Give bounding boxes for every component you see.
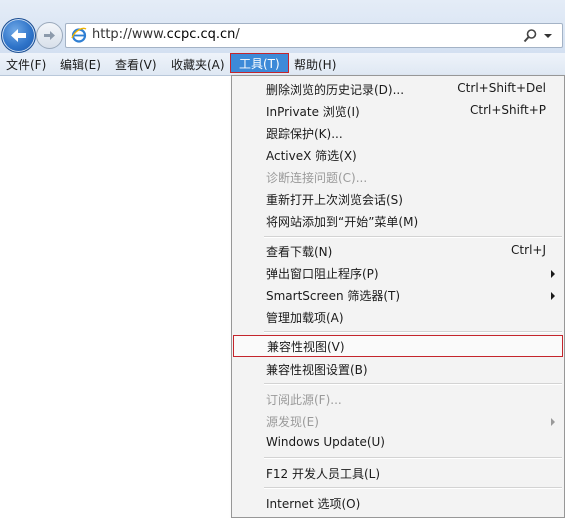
menu-tools[interactable]: 工具(T) <box>230 53 289 73</box>
url-suffix: / <box>235 27 240 42</box>
menu-item-label: InPrivate 浏览(I) <box>266 105 360 119</box>
menu-item-label: 订阅此源(F)... <box>266 393 342 407</box>
menu-help[interactable]: 帮助(H) <box>294 56 336 73</box>
menu-item-label: 兼容性视图(V) <box>267 340 345 354</box>
url-domain: ccpc.cq.cn <box>166 27 236 42</box>
menu-file[interactable]: 文件(F) <box>6 56 46 73</box>
back-arrow-icon <box>11 29 26 42</box>
search-icon[interactable] <box>522 28 538 44</box>
menu-favorites[interactable]: 收藏夹(A) <box>171 56 225 73</box>
menu-item-view-downloads[interactable]: 查看下载(N) Ctrl+J <box>232 240 564 262</box>
submenu-arrow-icon <box>551 270 555 278</box>
menu-item-label: 将网站添加到“开始”菜单(M) <box>266 215 419 229</box>
submenu-arrow-icon <box>551 292 555 300</box>
menu-item-label: 查看下载(N) <box>266 245 333 259</box>
ie-page-icon <box>71 27 87 43</box>
forward-button[interactable] <box>36 22 63 49</box>
menu-item-inprivate[interactable]: InPrivate 浏览(I) Ctrl+Shift+P <box>232 100 564 122</box>
menu-item-shortcut: Ctrl+J <box>511 243 546 257</box>
menu-item-popup-blocker[interactable]: 弹出窗口阻止程序(P) <box>232 262 564 284</box>
menu-item-label: 管理加载项(A) <box>266 311 344 325</box>
menu-item-label: ActiveX 筛选(X) <box>266 149 357 163</box>
menu-separator <box>264 383 562 385</box>
url-text[interactable]: http://www.ccpc.cq.cn/ <box>92 27 240 42</box>
menu-item-feed-discovery: 源发现(E) <box>232 410 564 432</box>
menu-item-internet-options[interactable]: Internet 选项(O) <box>232 492 564 514</box>
menu-item-label: SmartScreen 筛选器(T) <box>266 289 401 303</box>
menu-edit[interactable]: 编辑(E) <box>60 56 101 73</box>
chevron-down-icon[interactable] <box>543 28 553 44</box>
menu-item-label: Internet 选项(O) <box>266 497 361 511</box>
menu-item-label: 源发现(E) <box>266 415 319 429</box>
menu-item-label: 跟踪保护(K)... <box>266 127 343 141</box>
forward-arrow-icon <box>44 31 55 40</box>
menu-separator <box>264 457 562 459</box>
back-button[interactable] <box>1 18 36 53</box>
tools-dropdown-menu: 删除浏览的历史记录(D)... Ctrl+Shift+Del InPrivate… <box>231 75 565 518</box>
menu-item-subscribe-feed: 订阅此源(F)... <box>232 388 564 410</box>
menu-item-label: 兼容性视图设置(B) <box>266 363 368 377</box>
menu-bar: 文件(F) 编辑(E) 查看(V) 收藏夹(A) 工具(T) 帮助(H) <box>0 53 565 76</box>
menu-item-manage-addons[interactable]: 管理加载项(A) <box>232 306 564 328</box>
menu-item-windows-update[interactable]: Windows Update(U) <box>232 432 564 454</box>
menu-item-shortcut: Ctrl+Shift+Del <box>457 81 546 95</box>
menu-separator <box>264 236 562 238</box>
menu-separator <box>264 331 562 333</box>
menu-item-diagnose: 诊断连接问题(C)... <box>232 166 564 188</box>
menu-item-label: Windows Update(U) <box>266 435 385 449</box>
address-bar[interactable]: http://www.ccpc.cq.cn/ <box>65 23 563 48</box>
menu-item-reopen-session[interactable]: 重新打开上次浏览会话(S) <box>232 188 564 210</box>
navigation-bar: http://www.ccpc.cq.cn/ <box>0 0 565 53</box>
menu-item-shortcut: Ctrl+Shift+P <box>470 103 546 117</box>
menu-item-compatibility-view[interactable]: 兼容性视图(V) <box>233 335 563 357</box>
menu-item-f12-developer-tools[interactable]: F12 开发人员工具(L) <box>232 462 564 484</box>
menu-item-smartscreen[interactable]: SmartScreen 筛选器(T) <box>232 284 564 306</box>
menu-item-activex-filter[interactable]: ActiveX 筛选(X) <box>232 144 564 166</box>
menu-item-tracking-protection[interactable]: 跟踪保护(K)... <box>232 122 564 144</box>
submenu-arrow-icon <box>551 418 555 426</box>
menu-item-label: 诊断连接问题(C)... <box>266 171 368 185</box>
menu-item-add-to-start[interactable]: 将网站添加到“开始”菜单(M) <box>232 210 564 232</box>
menu-item-label: 弹出窗口阻止程序(P) <box>266 267 379 281</box>
menu-item-label: 重新打开上次浏览会话(S) <box>266 193 403 207</box>
menu-view[interactable]: 查看(V) <box>115 56 157 73</box>
menu-item-compatibility-settings[interactable]: 兼容性视图设置(B) <box>232 358 564 380</box>
menu-item-label: F12 开发人员工具(L) <box>266 467 381 481</box>
url-prefix: http://www. <box>92 27 167 42</box>
menu-item-delete-history[interactable]: 删除浏览的历史记录(D)... Ctrl+Shift+Del <box>232 78 564 100</box>
menu-item-label: 删除浏览的历史记录(D)... <box>266 83 405 97</box>
menu-separator <box>264 487 562 489</box>
